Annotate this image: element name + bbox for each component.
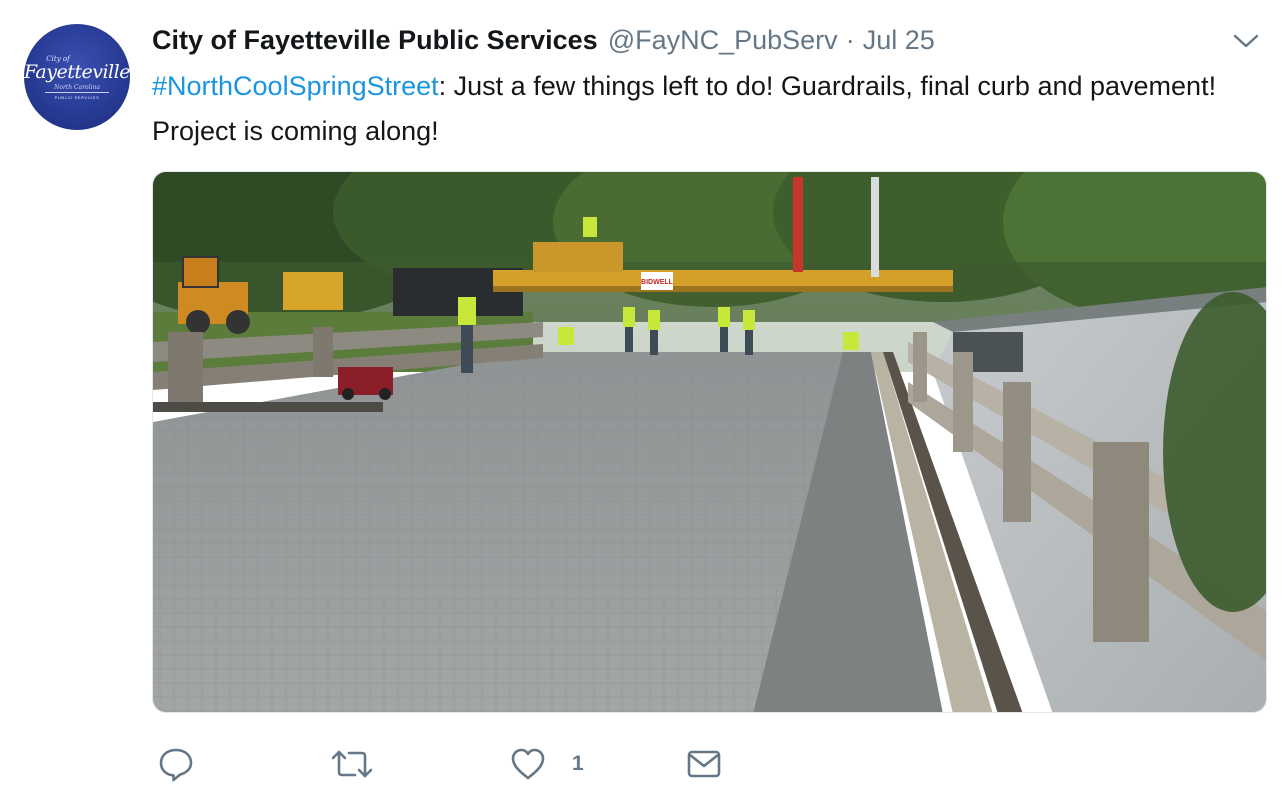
action-bar: 1 (0, 744, 1284, 784)
direct-message-icon (687, 750, 721, 778)
tweet[interactable]: City of Fayetteville North Carolina PUBL… (0, 0, 1284, 802)
avatar-sub-text: North Carolina (54, 83, 100, 91)
tweet-photo[interactable]: BIDWELL (152, 171, 1267, 713)
author-handle[interactable]: @FayNC_PubServ (608, 25, 838, 56)
avatar-divider (45, 91, 109, 93)
bridge-paving-photo: BIDWELL (153, 172, 1266, 712)
tweet-text: #NorthCoolSpringStreet: Just a few thing… (152, 64, 1262, 154)
tweet-header: City of Fayetteville Public Services @Fa… (152, 22, 935, 58)
like-button[interactable]: 1 (510, 744, 584, 784)
avatar-dept-text: PUBLIC SERVICES (54, 94, 100, 100)
reply-icon (159, 748, 193, 782)
hashtag-link[interactable]: #NorthCoolSpringStreet (152, 71, 439, 101)
avatar-logo-text: Fayetteville (24, 60, 130, 83)
like-icon (511, 748, 545, 780)
like-count: 1 (572, 752, 584, 775)
direct-message-button[interactable] (686, 744, 722, 784)
author-avatar[interactable]: City of Fayetteville North Carolina PUBL… (24, 24, 130, 130)
more-options-chevron-down-icon[interactable] (1228, 28, 1264, 54)
retweet-button[interactable] (330, 744, 374, 784)
machine-sign-text: BIDWELL (641, 279, 674, 286)
reply-button[interactable] (158, 744, 194, 784)
tweet-timestamp[interactable]: Jul 25 (863, 25, 935, 56)
author-display-name[interactable]: City of Fayetteville Public Services (152, 25, 598, 56)
retweet-icon (331, 750, 373, 778)
header-separator: · (845, 24, 855, 55)
